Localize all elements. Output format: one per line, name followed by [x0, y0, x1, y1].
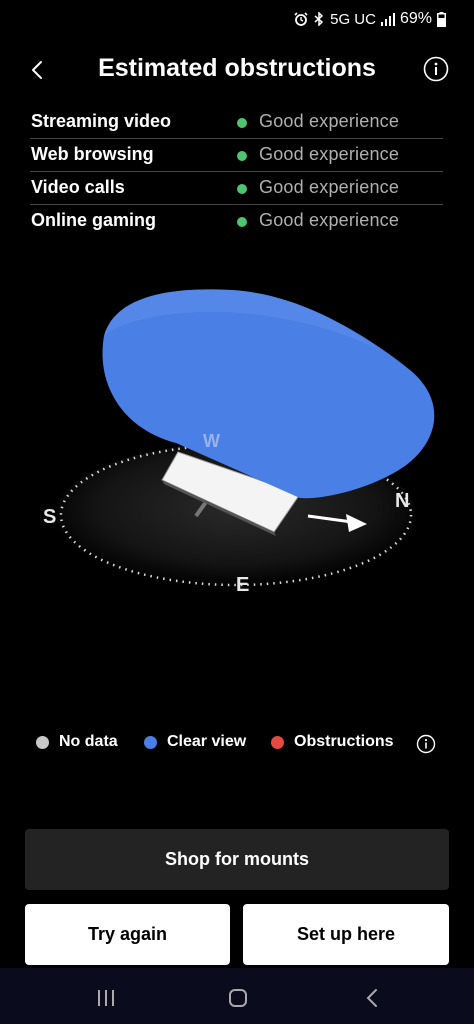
legend-obstructions: Obstructions — [271, 733, 394, 751]
legend-info-button[interactable] — [416, 734, 436, 754]
experience-row: Streaming video Good experience — [30, 106, 443, 139]
set-up-here-button[interactable]: Set up here — [243, 904, 449, 965]
back-icon — [366, 989, 377, 1007]
experience-name: Streaming video — [31, 111, 172, 131]
legend-label: Obstructions — [294, 733, 394, 750]
legend-dot — [271, 735, 284, 749]
legend-label: Clear view — [167, 733, 247, 750]
home-icon — [229, 989, 247, 1007]
legend-dot — [144, 735, 157, 749]
experience-name: Web browsing — [31, 144, 154, 164]
battery-icon — [437, 11, 446, 27]
status-icons: 5G UC 69% — [294, 10, 446, 28]
experience-status: Good experience — [259, 111, 400, 131]
obstruction-map[interactable]: W N S E W — [0, 270, 474, 630]
compass-w-overlay: W — [203, 431, 220, 451]
status-dot — [237, 118, 247, 128]
experience-name: Online gaming — [31, 210, 157, 230]
status-dot — [237, 184, 247, 194]
legend-clear-view: Clear view — [144, 733, 246, 751]
back-button[interactable] — [24, 56, 50, 84]
compass-s: S — [43, 506, 56, 528]
home-button[interactable] — [218, 986, 258, 1010]
compass-e: E — [236, 574, 249, 596]
shop-for-mounts-button[interactable]: Shop for mounts — [25, 829, 449, 890]
obstruction-map-graphic: W N S E W — [43, 289, 435, 596]
legend-no-data: No data — [36, 733, 118, 751]
recent-apps-button[interactable] — [86, 986, 126, 1010]
status-dot — [237, 217, 247, 227]
signal-icon — [380, 12, 395, 26]
status-dot — [237, 151, 247, 161]
battery-percent: 69% — [399, 10, 432, 27]
alarm-icon — [294, 12, 308, 26]
system-nav-bar — [0, 968, 474, 1024]
recent-apps-icon — [98, 990, 114, 1006]
experience-status: Good experience — [259, 144, 400, 164]
legend: No data Clear view Obstructions — [36, 733, 446, 755]
page-title: Estimated obstructions — [98, 54, 376, 82]
experience-name: Video calls — [31, 177, 125, 197]
network-type: 5G UC — [330, 10, 376, 28]
experience-status: Good experience — [259, 177, 400, 197]
compass-n: N — [395, 490, 409, 512]
legend-dot — [36, 735, 49, 749]
experience-row: Video calls Good experience — [30, 172, 443, 205]
experience-status: Good experience — [259, 210, 400, 230]
status-bar: 5G UC 69% — [0, 8, 474, 30]
bluetooth-icon — [314, 12, 324, 26]
chevron-left-icon — [32, 61, 42, 79]
info-button[interactable] — [423, 56, 449, 82]
legend-label: No data — [59, 733, 118, 750]
experience-list: Streaming video Good experience Web brow… — [30, 106, 443, 237]
system-back-button[interactable] — [352, 986, 392, 1010]
info-icon — [416, 734, 436, 754]
info-icon — [423, 56, 449, 82]
experience-row: Online gaming Good experience — [30, 205, 443, 237]
experience-row: Web browsing Good experience — [30, 139, 443, 172]
header: Estimated obstructions — [0, 48, 474, 92]
try-again-button[interactable]: Try again — [25, 904, 230, 965]
